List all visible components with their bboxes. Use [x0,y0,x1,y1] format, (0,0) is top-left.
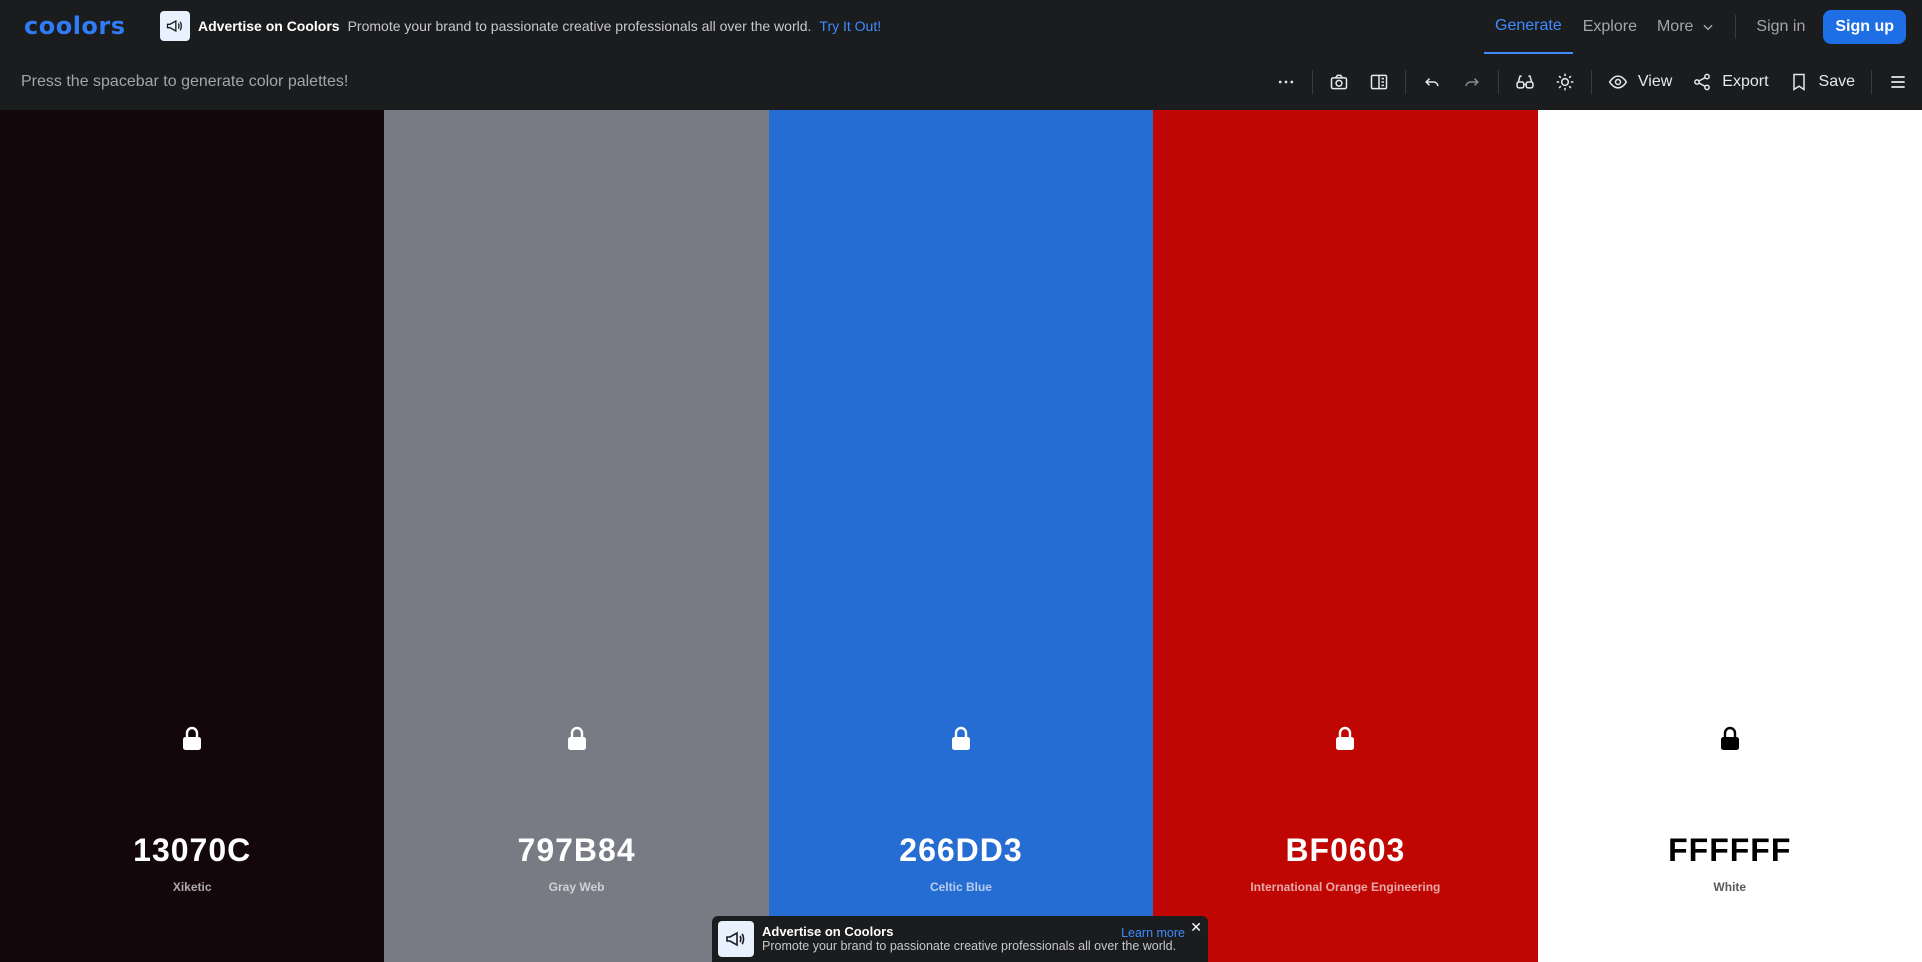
chevron-down-icon [1703,24,1714,31]
toolbar: Press the spacebar to generate color pal… [0,54,1922,110]
top-ad-link[interactable]: Try It Out! [819,18,881,34]
unlocked-icon[interactable] [948,726,974,752]
panel-icon [1370,74,1388,90]
color-palette: 13070C Xiketic 797B84 Gray Web 266DD3 Ce… [0,110,1922,962]
hex-code[interactable]: 797B84 [384,832,768,869]
toolbar-divider [1871,70,1872,94]
view-button[interactable]: View [1598,54,1682,110]
nav-divider [1735,15,1737,39]
bottom-ad-banner[interactable]: Advertise on Coolors Promote your brand … [712,916,1208,962]
toolbar-divider [1590,70,1592,94]
color-swatch[interactable]: 266DD3 Celtic Blue [768,110,1154,962]
bookmark-icon [1792,73,1805,91]
coolors-logo[interactable]: coolors [24,14,126,38]
megaphone-icon [718,921,754,957]
menu-button[interactable] [1878,54,1922,110]
top-ad-text: Promote your brand to passionate creativ… [347,18,812,34]
camera-icon [1330,74,1348,90]
unlocked-icon[interactable] [564,726,590,752]
theme-button[interactable] [1545,54,1585,110]
color-blindness-button[interactable] [1505,54,1545,110]
close-icon[interactable]: ✕ [1190,919,1202,936]
export-button[interactable]: Export [1682,54,1778,110]
nav-signin[interactable]: Sign in [1746,0,1815,54]
save-button[interactable]: Save [1779,54,1865,110]
redo-icon [1465,78,1479,87]
main-nav: Generate Explore More Sign in Sign up [1484,0,1922,54]
color-swatch[interactable]: BF0603 International Orange Engineering [1153,110,1538,962]
view-label: View [1637,73,1673,90]
glasses-icon [1516,75,1534,89]
color-name: Xiketic [172,880,212,894]
generate-hint: Press the spacebar to generate color pal… [21,73,349,90]
color-swatch[interactable]: FFFFFF White [1537,110,1922,962]
nav-more[interactable]: More [1647,0,1725,54]
save-label: Save [1818,73,1855,90]
undo-icon [1424,78,1439,87]
nav-more-label: More [1656,18,1694,35]
redo-button[interactable] [1452,54,1492,110]
more-icon [1278,80,1294,84]
more-options-button[interactable] [1266,54,1306,110]
top-bar: coolors Advertise on Coolors Promote you… [0,0,1922,54]
signup-button[interactable]: Sign up [1823,10,1906,44]
undo-button[interactable] [1412,54,1452,110]
color-swatch[interactable]: 13070C Xiketic [0,110,385,962]
bottom-ad-text: Promote your brand to passionate creativ… [762,939,1177,953]
unlocked-icon[interactable] [179,726,205,752]
color-name: Gray Web [548,880,605,894]
color-name: Celtic Blue [929,880,992,894]
eye-icon [1608,75,1628,89]
camera-button[interactable] [1319,54,1359,110]
sun-icon [1556,73,1574,91]
learn-more-link[interactable]: Learn more [1121,926,1185,940]
top-ad-title: Advertise on Coolors [198,18,340,34]
menu-icon [1891,76,1905,88]
color-name: White [1713,880,1747,894]
share-icon [1694,73,1711,91]
color-swatch[interactable]: 797B84 Gray Web [384,110,769,962]
toolbar-divider [1311,70,1313,94]
nav-generate[interactable]: Generate [1484,0,1573,54]
panel-button[interactable] [1359,54,1399,110]
export-label: Export [1722,73,1769,90]
hex-code[interactable]: FFFFFF [1538,832,1922,869]
toolbar-divider [1404,70,1406,94]
hex-code[interactable]: 266DD3 [769,832,1153,869]
megaphone-icon [160,11,190,41]
top-ad-banner[interactable]: Advertise on Coolors Promote your brand … [160,11,881,41]
unlocked-icon[interactable] [1717,726,1743,752]
nav-explore[interactable]: Explore [1573,0,1647,54]
hex-code[interactable]: 13070C [0,832,384,869]
color-name: International Orange Engineering [1250,880,1441,894]
toolbar-actions: View Export Save [1266,54,1922,110]
unlocked-icon[interactable] [1332,726,1358,752]
toolbar-divider [1497,70,1499,94]
hex-code[interactable]: BF0603 [1153,832,1537,869]
